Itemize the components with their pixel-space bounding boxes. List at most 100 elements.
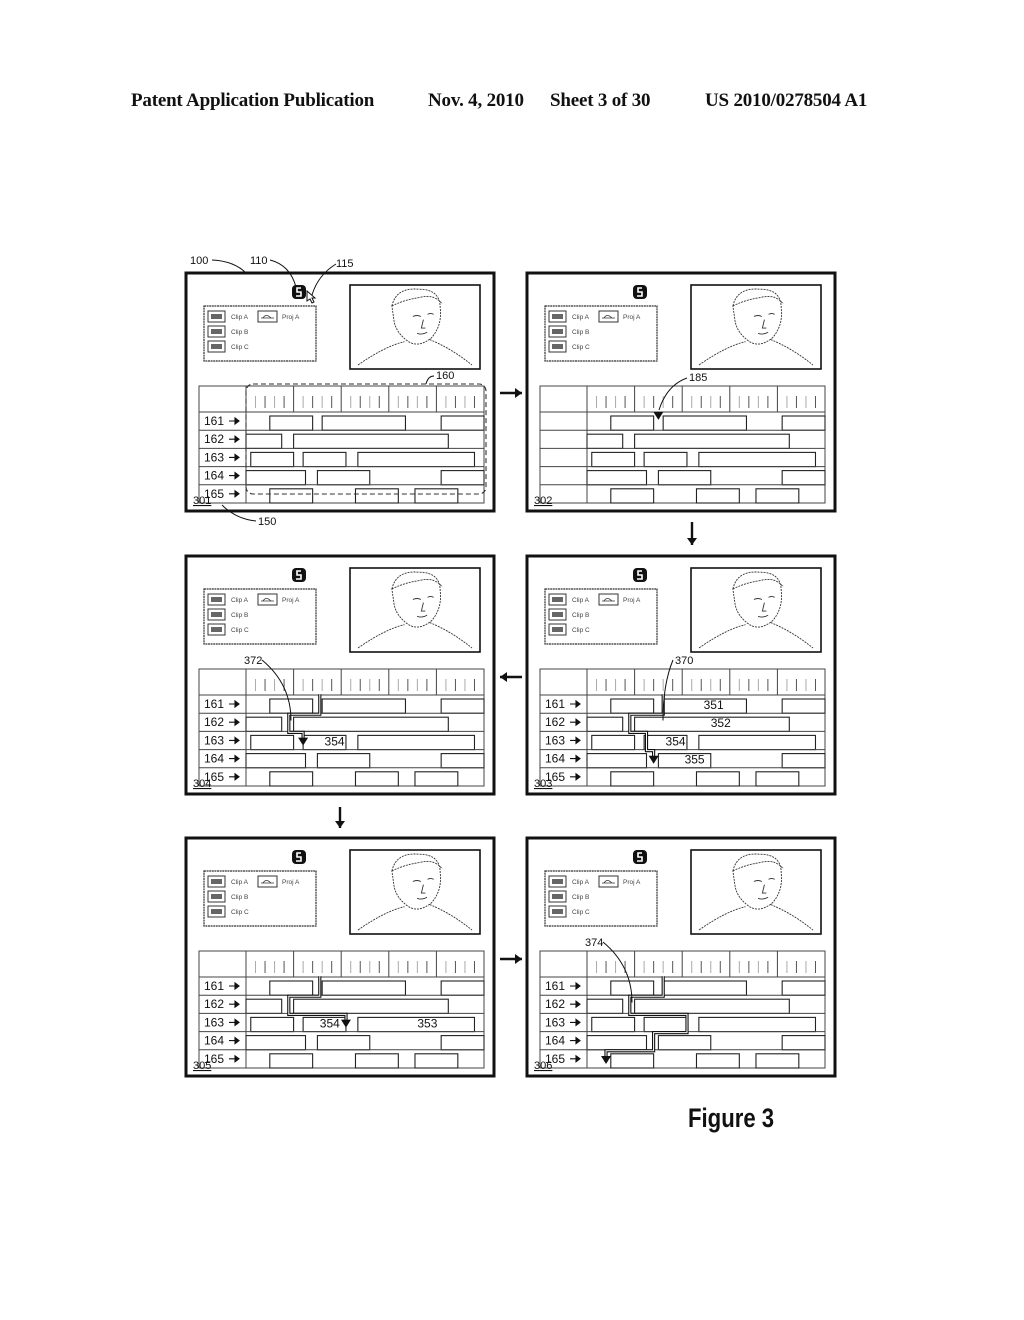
clip-name: Clip B bbox=[572, 894, 589, 901]
timeline-clip bbox=[634, 998, 790, 1014]
track-label: 164 bbox=[545, 1034, 565, 1048]
timeline-clip bbox=[695, 771, 740, 787]
timeline-clip bbox=[357, 1016, 476, 1033]
timeline-clip bbox=[440, 1035, 485, 1051]
panel-id: 304 bbox=[193, 778, 211, 790]
clip-thumbnail-image bbox=[211, 612, 222, 617]
media-library: Clip A Clip B Clip C Proj A bbox=[544, 588, 658, 645]
track-label: 162 bbox=[545, 997, 565, 1011]
reference-numeral: 374 bbox=[585, 937, 603, 949]
track-label: 163 bbox=[204, 733, 224, 747]
timeline-clip bbox=[269, 1053, 314, 1069]
timeline-clip bbox=[269, 415, 314, 431]
timeline-clip bbox=[698, 734, 817, 751]
clip-reference-label: 354 bbox=[666, 734, 686, 748]
clip-name: Clip A bbox=[572, 879, 590, 886]
timeline-clip bbox=[662, 980, 748, 996]
track-label: 164 bbox=[204, 1034, 224, 1048]
timeline-clip bbox=[440, 753, 485, 769]
media-library: Clip A Clip B Clip C Proj A bbox=[203, 870, 317, 927]
video-preview bbox=[690, 567, 822, 653]
timeline-clip bbox=[610, 488, 655, 504]
clip-name: Clip A bbox=[231, 314, 249, 321]
clip-thumbnail-image bbox=[552, 909, 563, 914]
panel-id: 302 bbox=[534, 495, 552, 507]
panel-304: Clip AClip BClip CProj A1611621631641653… bbox=[184, 554, 496, 796]
timeline-clip bbox=[293, 433, 449, 449]
timeline-clip bbox=[781, 753, 826, 769]
video-preview bbox=[349, 849, 481, 935]
reference-leader-line bbox=[211, 259, 247, 274]
reference-numeral: 370 bbox=[675, 655, 693, 667]
timeline-clip bbox=[591, 1016, 636, 1033]
clip-thumbnail-image bbox=[211, 344, 222, 349]
timeline-clip bbox=[657, 470, 712, 486]
clip-name: Clip C bbox=[231, 627, 249, 634]
flow-arrow bbox=[500, 672, 522, 682]
clip-name: Clip B bbox=[231, 894, 248, 901]
panel-305: Clip AClip BClip CProj A1611621631641653… bbox=[184, 836, 496, 1078]
project-name: Proj A bbox=[623, 597, 641, 604]
panel-id: 301 bbox=[193, 495, 211, 507]
clip-thumbnail-image bbox=[211, 627, 222, 632]
flow-arrow-head-icon bbox=[500, 672, 507, 682]
timeline-clip bbox=[293, 716, 449, 732]
track-label: 162 bbox=[204, 715, 224, 729]
timeline-clip bbox=[755, 771, 800, 787]
timeline-clip bbox=[250, 734, 295, 751]
track-label: 163 bbox=[545, 733, 565, 747]
flow-arrow-head-icon bbox=[515, 954, 522, 964]
timeline-clip bbox=[293, 998, 449, 1014]
timeline-clip bbox=[357, 734, 476, 751]
flow-arrow bbox=[335, 807, 345, 828]
media-library: Clip A Clip B Clip C Proj A bbox=[544, 870, 658, 927]
clip-thumbnail-image bbox=[552, 894, 563, 899]
timeline-clip bbox=[269, 488, 314, 504]
video-preview bbox=[349, 567, 481, 653]
timeline-clip bbox=[755, 1053, 800, 1069]
clip-name: Clip B bbox=[572, 612, 589, 619]
clip-thumbnail-image bbox=[211, 909, 222, 914]
timeline-clip bbox=[610, 771, 655, 787]
panel-303: Clip AClip BClip CProj A1611621631641653… bbox=[525, 554, 837, 796]
clip-thumbnail-image bbox=[552, 314, 563, 319]
timeline-clip bbox=[354, 488, 399, 504]
track-label: 161 bbox=[545, 697, 565, 711]
reference-numeral: 150 bbox=[258, 516, 276, 528]
figure-label: Figure 3 bbox=[688, 1103, 775, 1133]
timeline-clip bbox=[414, 488, 459, 504]
timeline-clip bbox=[440, 980, 485, 996]
timeline-clip bbox=[643, 1016, 688, 1033]
media-library: Clip A Clip B Clip C Proj A bbox=[203, 588, 317, 645]
track-label: 163 bbox=[545, 1015, 565, 1029]
panel-id: 306 bbox=[534, 1060, 552, 1072]
clip-name: Clip A bbox=[572, 597, 590, 604]
timeline-clip bbox=[269, 771, 314, 787]
timeline-clip bbox=[245, 1035, 307, 1051]
reference-numeral: 100 bbox=[190, 255, 208, 267]
clip-reference-label: 353 bbox=[417, 1016, 437, 1030]
track-label: 164 bbox=[545, 752, 565, 766]
timeline-clip bbox=[781, 698, 826, 714]
timeline-clip bbox=[321, 415, 407, 431]
clip-name: Clip B bbox=[231, 329, 248, 336]
clip-thumbnail-image bbox=[552, 597, 563, 602]
timeline-clip bbox=[269, 980, 314, 996]
clip-reference-label: 354 bbox=[325, 734, 345, 748]
project-name: Proj A bbox=[623, 879, 641, 886]
timeline-clip bbox=[586, 433, 624, 449]
timeline-clip bbox=[586, 470, 648, 486]
clip-thumbnail-image bbox=[211, 879, 222, 884]
timeline-clip bbox=[781, 1035, 826, 1051]
panel-301: Clip AClip BClip CProj A1611621631641653… bbox=[184, 271, 496, 513]
clip-thumbnail-image bbox=[211, 597, 222, 602]
timeline-clip bbox=[634, 433, 790, 449]
track-label: 162 bbox=[204, 997, 224, 1011]
track-label: 164 bbox=[204, 752, 224, 766]
clip-name: Clip A bbox=[231, 597, 249, 604]
clip-name: Clip C bbox=[231, 909, 249, 916]
timeline-clip bbox=[245, 998, 283, 1014]
video-preview bbox=[690, 284, 822, 370]
timeline-clip bbox=[440, 698, 485, 714]
track-label: 163 bbox=[204, 450, 224, 464]
